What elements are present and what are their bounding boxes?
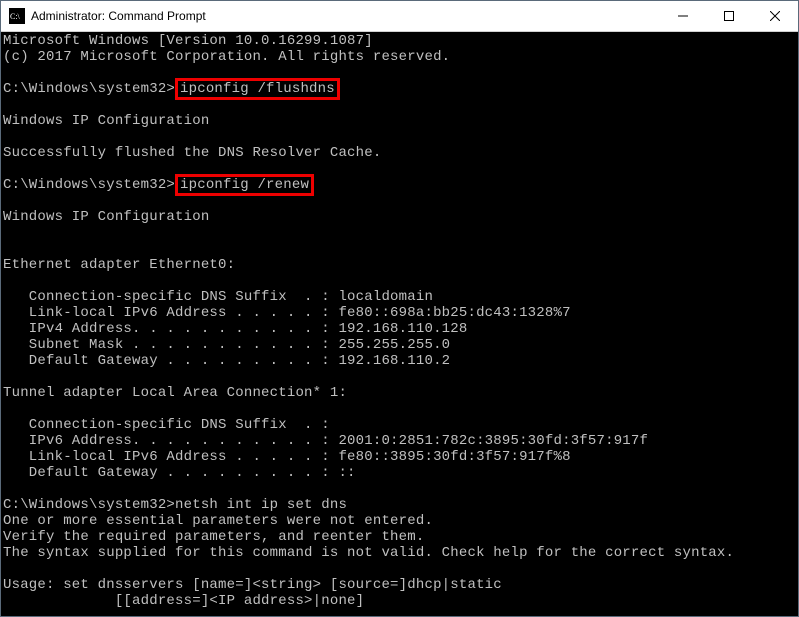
tun-dns-suffix: Connection-specific DNS Suffix . : <box>3 417 330 433</box>
copyright-line: (c) 2017 Microsoft Corporation. All righ… <box>3 49 450 65</box>
window-titlebar: C:\ Administrator: Command Prompt <box>1 1 798 32</box>
prompt-3: C:\Windows\system32>netsh int ip set dns <box>3 497 347 513</box>
error-line-1: One or more essential parameters were no… <box>3 513 433 529</box>
tunnel-header: Tunnel adapter Local Area Connection* 1: <box>3 385 347 401</box>
eth-gateway: Default Gateway . . . . . . . . . : 192.… <box>3 353 450 369</box>
ipconfig-header-2: Windows IP Configuration <box>3 209 209 225</box>
minimize-button[interactable] <box>660 1 706 31</box>
maximize-button[interactable] <box>706 1 752 31</box>
prompt-2: C:\Windows\system32> <box>3 177 175 193</box>
ethernet-header: Ethernet adapter Ethernet0: <box>3 257 235 273</box>
close-button[interactable] <box>752 1 798 31</box>
eth-ipv4: IPv4 Address. . . . . . . . . . . : 192.… <box>3 321 467 337</box>
eth-dns-suffix: Connection-specific DNS Suffix . : local… <box>3 289 433 305</box>
error-line-2: Verify the required parameters, and reen… <box>3 529 424 545</box>
tun-link-local: Link-local IPv6 Address . . . . . : fe80… <box>3 449 571 465</box>
tun-gateway: Default Gateway . . . . . . . . . : :: <box>3 465 356 481</box>
usage-line-1: Usage: set dnsservers [name=]<string> [s… <box>3 577 502 593</box>
flush-result: Successfully flushed the DNS Resolver Ca… <box>3 145 381 161</box>
eth-subnet: Subnet Mask . . . . . . . . . . . : 255.… <box>3 337 450 353</box>
ipconfig-header: Windows IP Configuration <box>3 113 209 129</box>
version-line: Microsoft Windows [Version 10.0.16299.10… <box>3 33 373 49</box>
window-controls <box>660 1 798 31</box>
error-line-3: The syntax supplied for this command is … <box>3 545 734 561</box>
svg-text:C:\: C:\ <box>10 12 21 21</box>
highlighted-command-2: ipconfig /renew <box>175 174 314 196</box>
highlighted-command-1: ipconfig /flushdns <box>175 78 340 100</box>
usage-line-2: [[address=]<IP address>|none] <box>3 593 364 609</box>
terminal-output[interactable]: Microsoft Windows [Version 10.0.16299.10… <box>1 32 798 616</box>
eth-ipv6: Link-local IPv6 Address . . . . . : fe80… <box>3 305 571 321</box>
tun-ipv6: IPv6 Address. . . . . . . . . . . : 2001… <box>3 433 648 449</box>
prompt-1: C:\Windows\system32> <box>3 81 175 97</box>
window-title: Administrator: Command Prompt <box>31 9 660 23</box>
cmd-icon: C:\ <box>9 8 25 24</box>
